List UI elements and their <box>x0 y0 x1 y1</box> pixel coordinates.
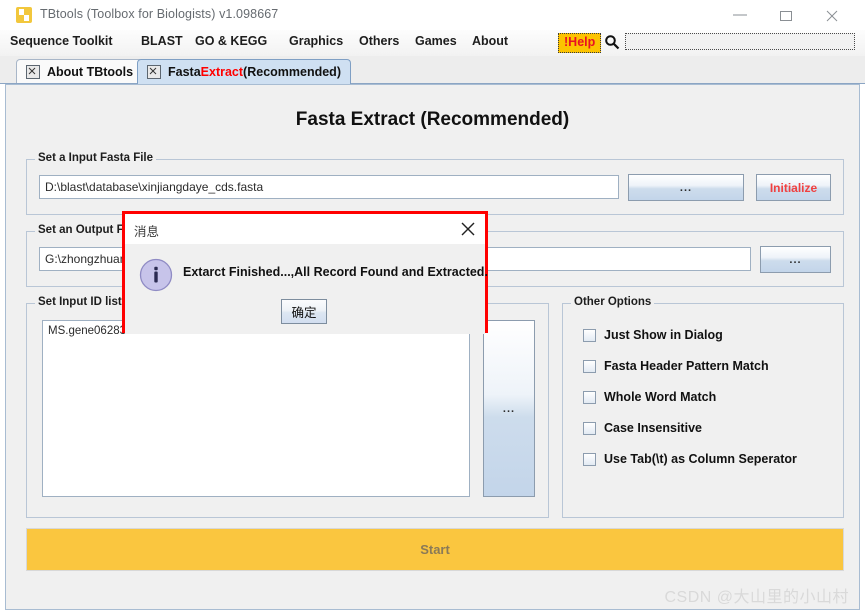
input-id-list-group: Set Input ID list MS.gene062834.t1 ... <box>26 296 549 518</box>
other-options-group: Other Options Just Show in Dialog Fasta … <box>562 296 844 518</box>
close-icon[interactable] <box>459 220 477 238</box>
watermark: CSDN @大山里的小山村 <box>664 589 849 606</box>
application-window: TBtools (Toolbox for Biologists) v1.0986… <box>0 0 865 615</box>
input-fasta-path-field[interactable]: D:\blast\database\xinjiangdaye_cds.fasta <box>39 175 619 199</box>
search-icon[interactable] <box>604 34 620 50</box>
checkbox-icon[interactable] <box>583 452 596 466</box>
tab-label-suffix: (Recommended) <box>243 65 341 79</box>
menu-item-others[interactable]: Others <box>359 34 399 48</box>
close-tab-icon[interactable] <box>26 64 40 79</box>
menu-item-games[interactable]: Games <box>415 34 457 48</box>
message-dialog: 消息 Extarct Finished...,All Record Found … <box>122 211 488 334</box>
input-fasta-browse-button[interactable]: ... <box>628 174 744 201</box>
menu-item-graphics[interactable]: Graphics <box>289 34 343 48</box>
minimize-icon[interactable] <box>717 0 763 30</box>
menu-item-about[interactable]: About <box>472 34 508 48</box>
option-label: Case Insensitive <box>604 421 702 435</box>
input-id-list-group-title: Set Input ID list <box>35 296 125 308</box>
checkbox-icon[interactable] <box>583 328 596 342</box>
dialog-title-bar: 消息 <box>125 214 485 244</box>
menu-item-blast[interactable]: BLAST <box>141 34 183 48</box>
start-button[interactable]: Start <box>26 528 844 571</box>
option-label: Fasta Header Pattern Match <box>604 359 769 373</box>
checkbox-icon[interactable] <box>583 421 596 435</box>
initialize-button[interactable]: Initialize <box>756 174 831 201</box>
tab-about-tbtools[interactable]: About TBtools <box>16 59 144 83</box>
help-button[interactable]: !Help <box>558 33 602 53</box>
tab-label-highlight: Extract <box>200 65 244 79</box>
tbtools-logo-icon <box>16 7 32 23</box>
option-case-insensitive[interactable]: Case Insensitive <box>583 421 702 435</box>
main-content-panel: Fasta Extract (Recommended) Set a Input … <box>5 84 860 610</box>
option-label: Whole Word Match <box>604 390 717 404</box>
close-tab-icon[interactable] <box>147 65 161 79</box>
checkbox-icon[interactable] <box>583 390 596 404</box>
output-fasta-browse-button[interactable]: ... <box>760 246 831 273</box>
search-input[interactable] <box>625 33 855 50</box>
dialog-title: 消息 <box>134 225 160 239</box>
option-use-tab-as-column-seperator[interactable]: Use Tab(\t) as Column Seperator <box>583 452 797 466</box>
tab-label: About TBtools <box>47 64 134 79</box>
maximize-icon[interactable] <box>763 0 809 30</box>
tab-fasta-extract[interactable]: Fasta Extract (Recommended) <box>137 59 351 84</box>
option-just-show-in-dialog[interactable]: Just Show in Dialog <box>583 328 723 342</box>
input-id-list-browse-button[interactable]: ... <box>483 320 535 497</box>
title-bar: TBtools (Toolbox for Biologists) v1.0986… <box>0 0 865 31</box>
dialog-body: Extarct Finished...,All Record Found and… <box>125 244 488 334</box>
menu-item-sequence-toolkit[interactable]: Sequence Toolkit <box>10 34 113 48</box>
window-title: TBtools (Toolbox for Biologists) v1.0986… <box>40 7 279 21</box>
input-fasta-group: Set a Input Fasta File D:\blast\database… <box>26 152 844 215</box>
option-fasta-header-pattern-match[interactable]: Fasta Header Pattern Match <box>583 359 769 373</box>
browse-dots-label: ... <box>679 181 693 194</box>
input-id-list-textarea[interactable]: MS.gene062834.t1 <box>42 320 470 497</box>
close-icon[interactable] <box>809 0 855 30</box>
dialog-ok-button[interactable]: 确定 <box>281 299 327 324</box>
option-whole-word-match[interactable]: Whole Word Match <box>583 390 716 404</box>
input-fasta-group-title: Set a Input Fasta File <box>35 152 157 164</box>
tab-strip: About TBtools Fasta Extract (Recommended… <box>0 56 865 84</box>
other-options-group-title: Other Options <box>571 296 655 308</box>
info-icon <box>139 258 173 292</box>
menu-item-go-kegg[interactable]: GO & KEGG <box>195 34 267 48</box>
browse-dots-label: ... <box>502 402 516 415</box>
browse-dots-label: ... <box>789 253 802 266</box>
checkbox-icon[interactable] <box>583 359 596 373</box>
dialog-message: Extarct Finished...,All Record Found and… <box>183 265 488 279</box>
tab-label-prefix: Fasta <box>168 65 201 79</box>
page-title: Fasta Extract (Recommended) <box>295 109 570 130</box>
option-label: Use Tab(\t) as Column Seperator <box>604 452 797 466</box>
option-label: Just Show in Dialog <box>604 328 723 342</box>
